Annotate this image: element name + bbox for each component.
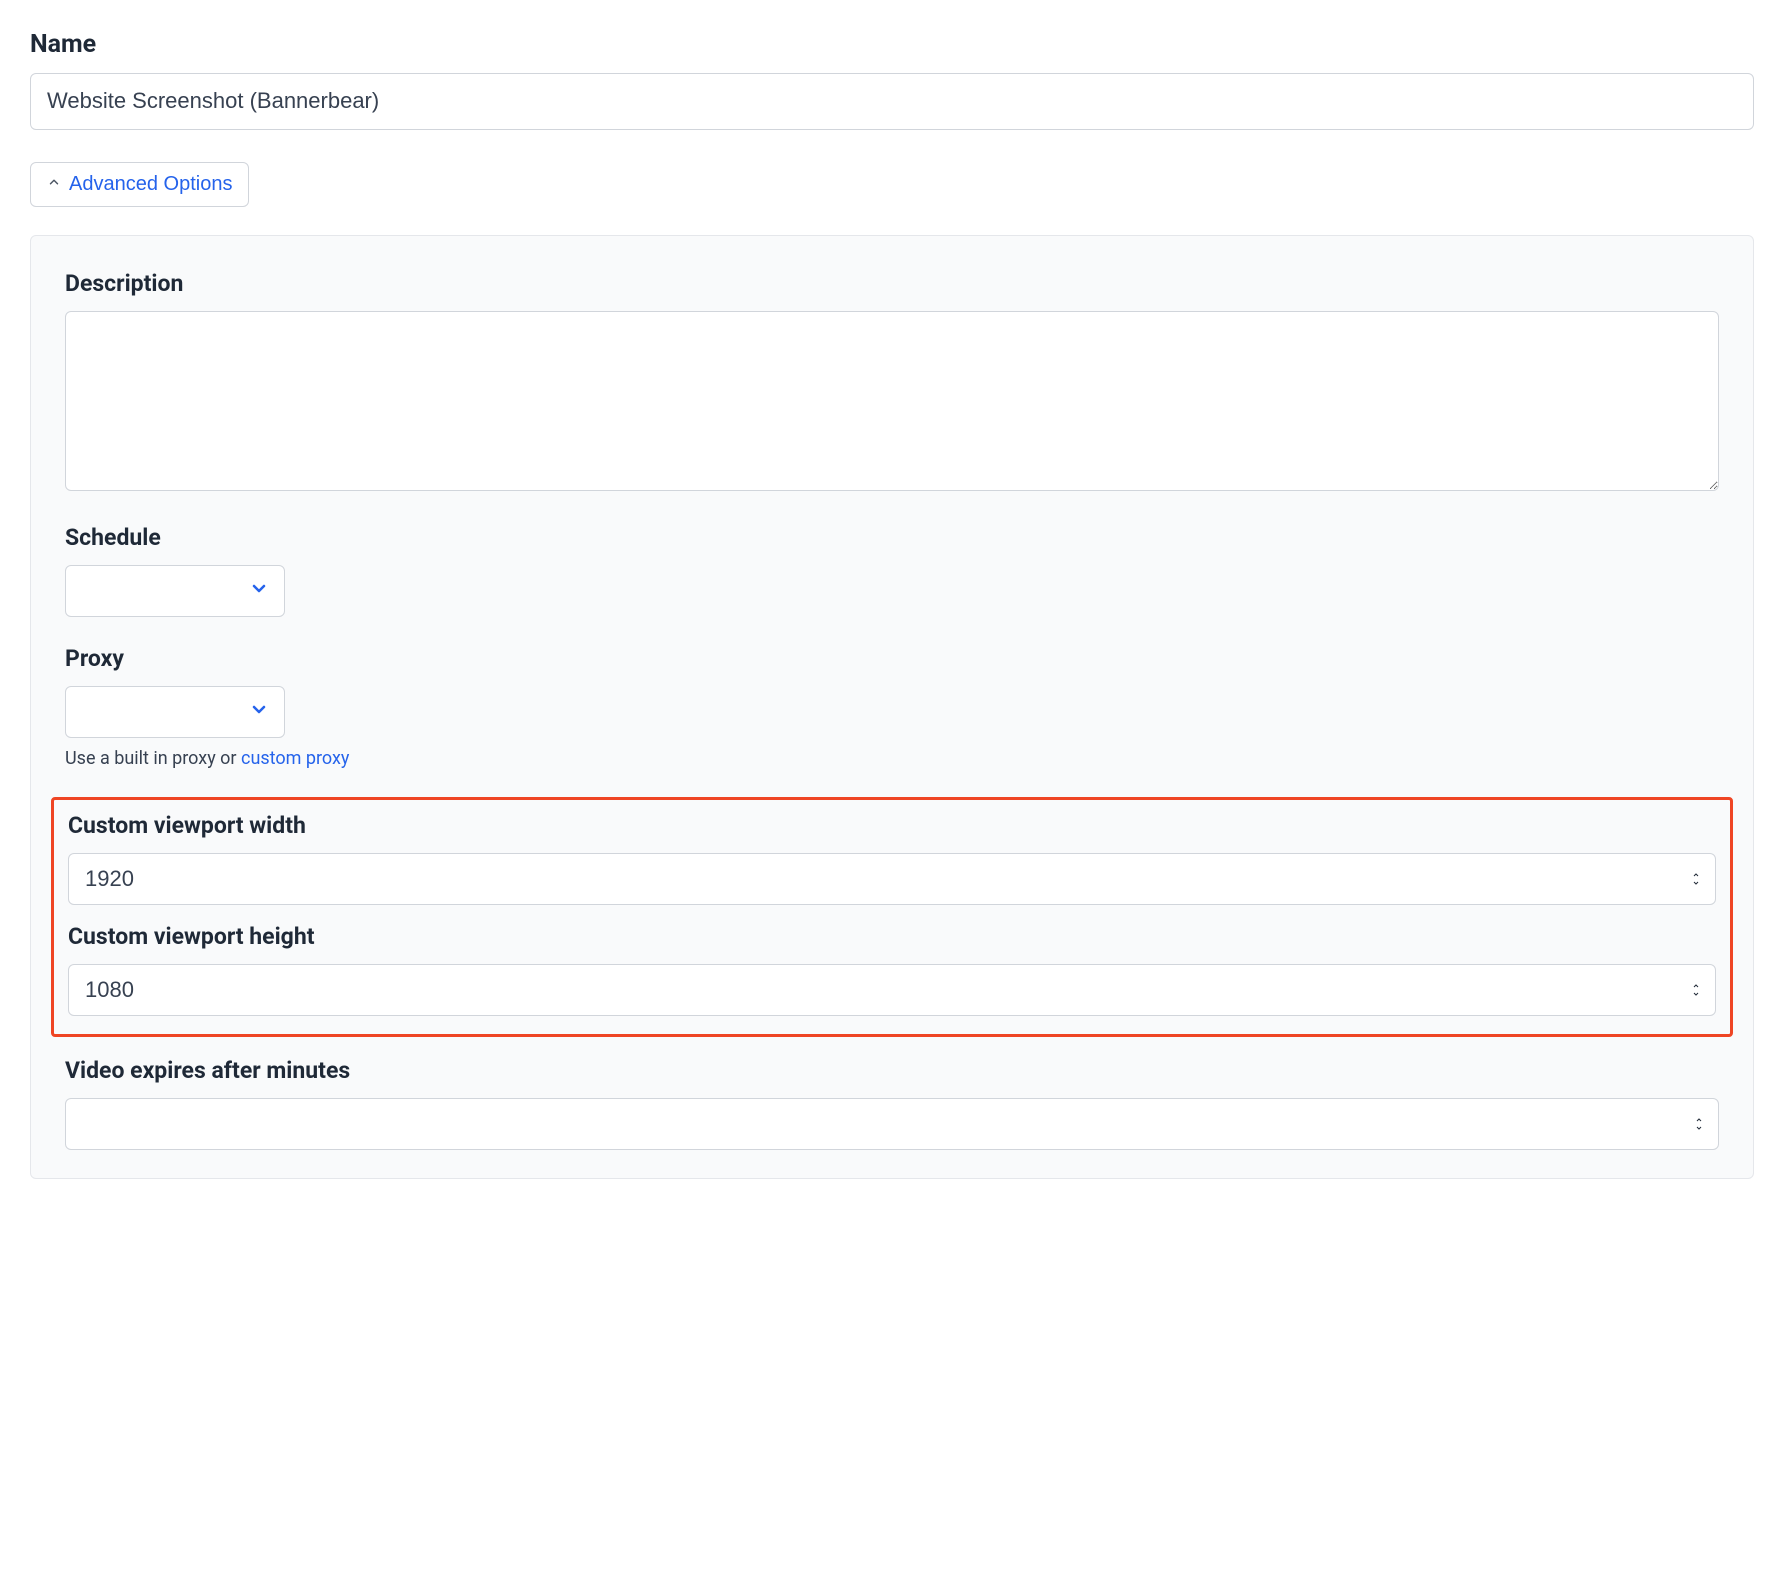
video-expires-label: Video expires after minutes xyxy=(65,1057,1719,1084)
advanced-panel: Description Schedule Proxy Use a built i… xyxy=(30,235,1754,1179)
viewport-height-field[interactable] xyxy=(68,964,1716,1016)
name-field[interactable] xyxy=(30,73,1754,130)
viewport-highlight: Custom viewport width Custom viewport he… xyxy=(51,797,1733,1037)
proxy-select[interactable] xyxy=(65,686,285,738)
video-expires-field[interactable] xyxy=(65,1098,1719,1150)
schedule-label: Schedule xyxy=(65,524,1719,551)
proxy-help-prefix: Use a built in proxy or xyxy=(65,748,241,769)
advanced-options-label: Advanced Options xyxy=(69,173,232,196)
chevron-up-icon xyxy=(47,175,61,194)
advanced-options-toggle[interactable]: Advanced Options xyxy=(30,162,249,207)
viewport-width-label: Custom viewport width xyxy=(68,812,1716,839)
schedule-select[interactable] xyxy=(65,565,285,617)
custom-proxy-link[interactable]: custom proxy xyxy=(241,748,349,769)
description-label: Description xyxy=(65,270,1719,297)
proxy-label: Proxy xyxy=(65,645,1719,672)
description-field[interactable] xyxy=(65,311,1719,491)
viewport-height-label: Custom viewport height xyxy=(68,923,1716,950)
proxy-help-text: Use a built in proxy or custom proxy xyxy=(65,748,1719,769)
viewport-width-field[interactable] xyxy=(68,853,1716,905)
name-label: Name xyxy=(30,30,1754,59)
